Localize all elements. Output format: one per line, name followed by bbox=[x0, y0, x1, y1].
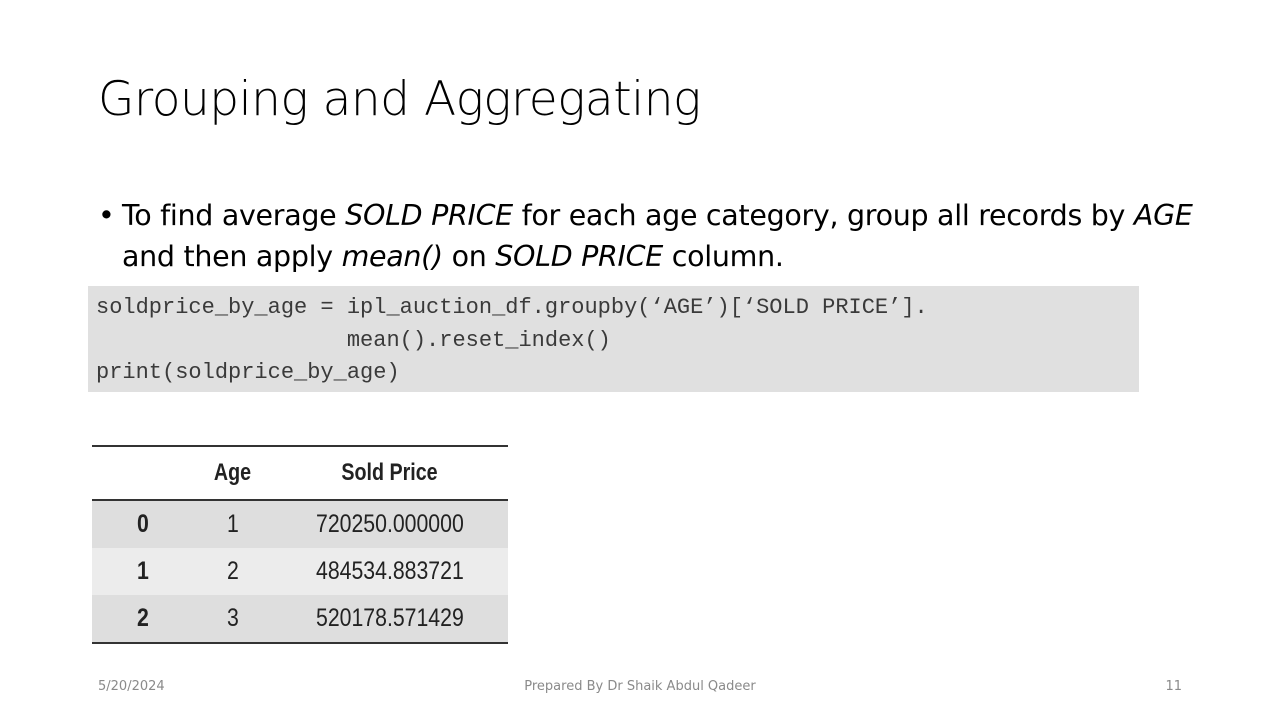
code-line: print(soldprice_by_age) bbox=[96, 360, 400, 385]
sold-price-cell: 520178.571429 bbox=[271, 595, 508, 643]
table-row: 0 1 720250.000000 bbox=[92, 500, 508, 548]
result-table: Age Sold Price 0 1 720250.000000 1 2 484… bbox=[92, 445, 508, 644]
code-block: soldprice_by_age = ipl_auction_df.groupb… bbox=[88, 286, 1139, 392]
age-cell: 3 bbox=[194, 595, 271, 643]
sold-price-cell: 720250.000000 bbox=[271, 500, 508, 548]
row-index: 0 bbox=[92, 500, 194, 548]
sold-price-cell: 484534.883721 bbox=[271, 548, 508, 595]
column-header-age: Age bbox=[200, 446, 265, 501]
bullet-point: • To find average SOLD PRICE for each ag… bbox=[98, 195, 1208, 277]
slide-title: Grouping and Aggregating bbox=[98, 72, 701, 127]
bullet-icon: • bbox=[98, 199, 115, 232]
table-row: 1 2 484534.883721 bbox=[92, 548, 508, 595]
table-header-row: Age Sold Price bbox=[92, 446, 508, 501]
row-index: 2 bbox=[92, 595, 194, 643]
footer-author: Prepared By Dr Shaik Abdul Qadeer bbox=[524, 679, 756, 694]
table-row: 2 3 520178.571429 bbox=[92, 595, 508, 643]
age-cell: 2 bbox=[194, 548, 271, 595]
age-cell: 1 bbox=[194, 500, 271, 548]
column-header-sold-price: Sold Price bbox=[292, 446, 487, 501]
footer-page-number: 11 bbox=[1165, 679, 1182, 694]
bullet-text: To find average SOLD PRICE for each age … bbox=[122, 199, 1193, 273]
code-line: soldprice_by_age = ipl_auction_df.groupb… bbox=[96, 295, 928, 320]
column-header-index bbox=[101, 446, 185, 501]
row-index: 1 bbox=[92, 548, 194, 595]
code-line: mean().reset_index() bbox=[96, 327, 611, 353]
